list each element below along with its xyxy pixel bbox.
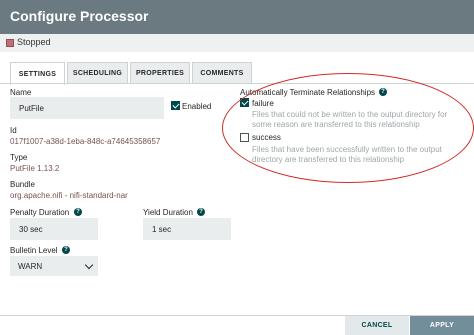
penalty-duration-input[interactable]: 30 sec	[10, 218, 98, 240]
type-value: PutFile 1.13.2	[10, 164, 60, 173]
yield-duration-label: Yield Duration	[143, 208, 193, 217]
bulletin-level-label: Bulletin Level	[10, 246, 58, 255]
tab-properties[interactable]: PROPERTIES	[130, 62, 190, 84]
bundle-label: Bundle	[10, 180, 35, 189]
tab-scheduling[interactable]: SCHEDULING	[67, 62, 128, 84]
status-bar: Stopped	[0, 34, 474, 52]
bulletin-level-value: WARN	[18, 261, 43, 271]
penalty-help-icon[interactable]: ?	[74, 208, 82, 216]
id-label: Id	[10, 126, 17, 135]
apply-button[interactable]: APPLY	[410, 316, 474, 335]
chevron-down-icon	[84, 260, 94, 270]
dialog-title: Configure Processor	[10, 8, 149, 24]
id-value: 017f1007-a38d-1eba-848c-a74645358657	[10, 137, 161, 146]
penalty-duration-label: Penalty Duration	[10, 208, 70, 217]
dialog-titlebar: Configure Processor	[0, 0, 474, 34]
enabled-label: Enabled	[182, 102, 212, 111]
status-text: Stopped	[17, 37, 51, 47]
bulletin-help-icon[interactable]: ?	[62, 246, 70, 254]
name-label: Name	[10, 88, 32, 97]
enabled-checkbox[interactable]	[171, 101, 180, 110]
yield-duration-input[interactable]: 1 sec	[143, 218, 231, 240]
bundle-value: org.apache.nifi - nifi-standard-nar	[10, 191, 128, 200]
yield-help-icon[interactable]: ?	[197, 208, 205, 216]
bulletin-level-select[interactable]: WARN	[10, 256, 98, 276]
type-label: Type	[10, 153, 28, 162]
stopped-icon	[6, 39, 14, 47]
tab-settings[interactable]: SETTINGS	[10, 62, 65, 85]
annotation-highlight-circle	[222, 73, 474, 183]
name-input[interactable]: PutFile	[10, 97, 164, 119]
cancel-button[interactable]: CANCEL	[345, 316, 409, 335]
tab-comments[interactable]: COMMENTS	[192, 62, 252, 84]
